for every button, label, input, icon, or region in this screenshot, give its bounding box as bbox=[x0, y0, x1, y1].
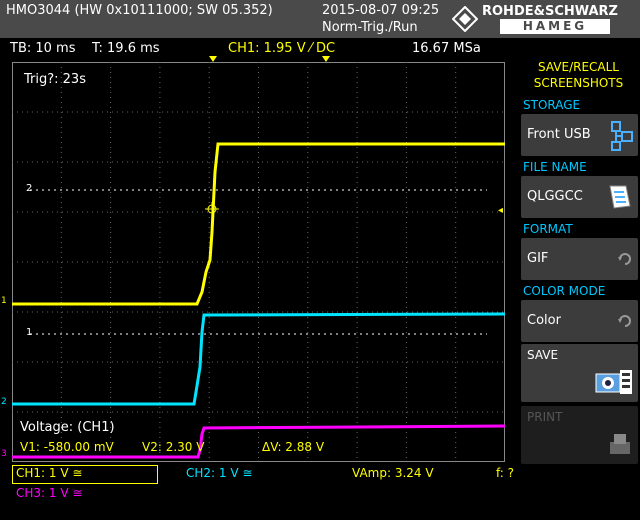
format-value: GIF bbox=[527, 251, 549, 266]
cursor-v1: V1: -580.00 mV bbox=[20, 440, 114, 454]
save-button[interactable]: SAVE bbox=[521, 344, 638, 402]
cursor-delta-v: ΔV: 2.88 V bbox=[262, 440, 325, 454]
save-recall-menu: SAVE/RECALL SCREENSHOTS STORAGE Front US… bbox=[517, 60, 640, 520]
edit-document-icon bbox=[604, 182, 634, 216]
colormode-button[interactable]: Color bbox=[521, 300, 638, 342]
rotate-icon bbox=[616, 250, 634, 272]
acquisition-mode: Norm-Trig./Run bbox=[322, 20, 418, 35]
menu-subtitle: SCREENSHOTS bbox=[533, 76, 624, 90]
colormode-label: COLOR MODE bbox=[523, 284, 606, 298]
trigger-status: Trig?: 23s bbox=[24, 72, 86, 87]
storage-button[interactable]: Front USB bbox=[521, 114, 638, 156]
storage-value: Front USB bbox=[527, 127, 591, 142]
datetime: 2015-08-07 09:25 bbox=[322, 3, 440, 18]
filename-value: QLGGCC bbox=[527, 189, 583, 204]
waveform-display[interactable]: ◂ Trig?: 23s 2 1 Voltage: (CH1) V1: -580… bbox=[12, 62, 505, 462]
trigger-time[interactable]: T: 19.6 ms bbox=[92, 41, 160, 56]
sample-rate: 16.67 MSa bbox=[412, 41, 481, 56]
storage-label: STORAGE bbox=[523, 98, 581, 112]
timebase[interactable]: TB: 10 ms bbox=[10, 41, 75, 56]
format-label: FORMAT bbox=[523, 222, 573, 236]
brand-sub: HAMEG bbox=[500, 19, 610, 34]
title-bar: HMO3044 (HW 0x10111000; SW 05.352) 2015-… bbox=[0, 0, 640, 38]
usb-folder-icon bbox=[610, 120, 634, 156]
brand-name: ROHDE&SCHWARZ bbox=[482, 4, 618, 19]
model-info: HMO3044 (HW 0x10111000; SW 05.352) bbox=[6, 3, 273, 18]
info-bar: TB: 10 ms T: 19.6 ms CH1: 1.95 V ⁄ DC 16… bbox=[0, 38, 515, 60]
ch2-scale[interactable]: CH2: 1 V ≅ bbox=[186, 466, 252, 480]
camera-save-icon bbox=[594, 368, 634, 400]
ch3-ground-marker[interactable]: 3 bbox=[1, 449, 7, 459]
ch3-scale[interactable]: CH3: 1 V ≅ bbox=[16, 486, 82, 500]
colormode-value: Color bbox=[527, 313, 561, 328]
rotate-icon bbox=[616, 312, 634, 334]
filename-label: FILE NAME bbox=[523, 160, 587, 174]
ch1-scale[interactable]: CH1: 1 V ≅ bbox=[16, 466, 82, 480]
format-button[interactable]: GIF bbox=[521, 238, 638, 280]
printer-icon bbox=[606, 432, 634, 462]
save-label: SAVE bbox=[527, 348, 559, 362]
ch2-ground-marker[interactable]: 2 bbox=[1, 397, 7, 407]
cursor-v2: V2: 2.30 V bbox=[142, 440, 205, 454]
cursor-1-marker: 1 bbox=[26, 327, 33, 338]
cursor-2-marker: 2 bbox=[26, 183, 33, 194]
print-label: PRINT bbox=[527, 410, 563, 424]
ch1-ground-marker[interactable]: 1 bbox=[1, 296, 7, 306]
svg-text:◂: ◂ bbox=[498, 205, 503, 216]
filename-button[interactable]: QLGGCC bbox=[521, 176, 638, 218]
cursor-measure-title: Voltage: (CH1) bbox=[20, 420, 115, 435]
trigger-setting[interactable]: CH1: 1.95 V ⁄ DC bbox=[228, 41, 335, 56]
print-button[interactable]: PRINT bbox=[521, 406, 638, 464]
brand-logo-icon bbox=[451, 5, 479, 36]
frequency-measure: f: ? bbox=[496, 466, 515, 480]
amplitude-measure: VAmp: 3.24 V bbox=[352, 466, 434, 480]
menu-title: SAVE/RECALL bbox=[538, 60, 619, 74]
